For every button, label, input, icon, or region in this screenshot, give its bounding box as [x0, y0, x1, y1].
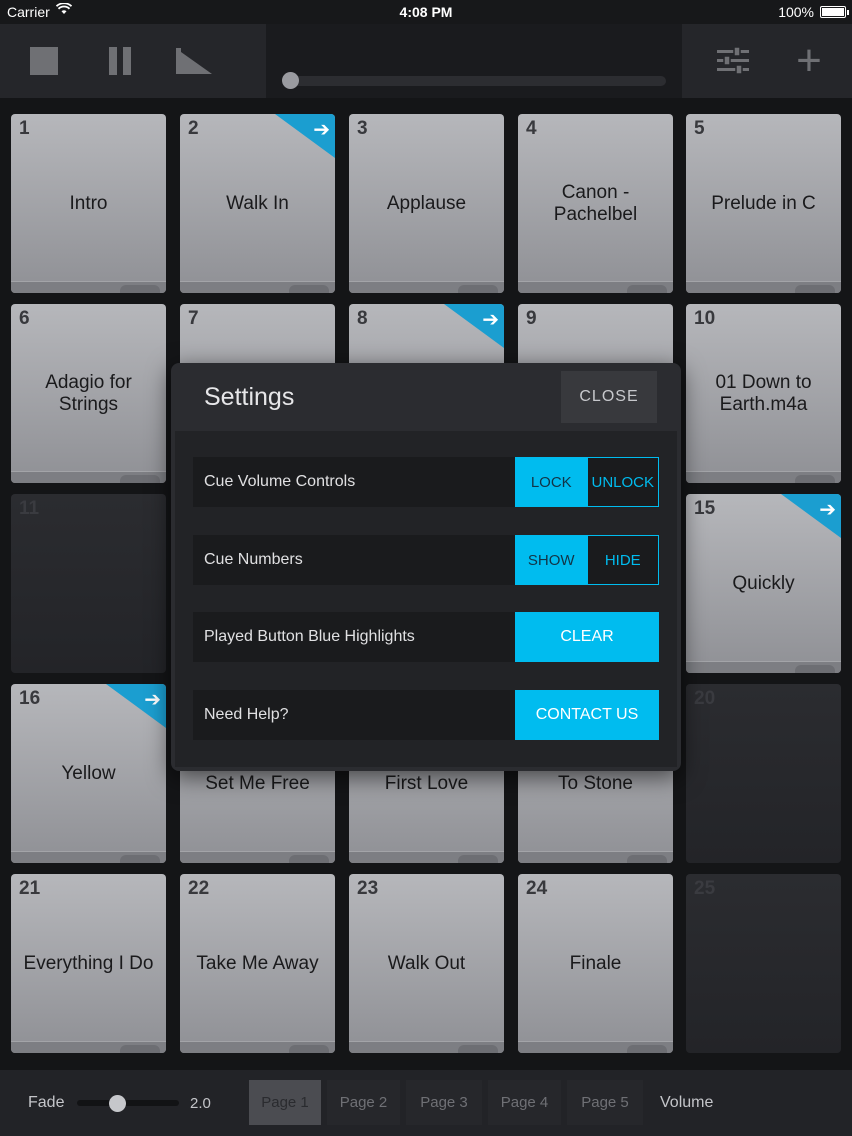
setting-label: Played Button Blue Highlights: [204, 628, 415, 645]
setting-label: Cue Numbers: [204, 551, 303, 568]
contact-us-button[interactable]: CONTACT US: [515, 690, 659, 740]
fade-out-button[interactable]: [168, 24, 220, 98]
hide-option[interactable]: HIDE: [586, 536, 658, 584]
cue-button-1[interactable]: 1 Intro: [11, 114, 166, 293]
cue-title: Prelude in C: [711, 192, 816, 214]
scrubber-thumb[interactable]: [282, 72, 299, 89]
setting-label: Need Help?: [204, 706, 289, 723]
cue-volume-bar: [180, 281, 335, 293]
cue-button-20[interactable]: 20: [686, 684, 841, 863]
tab-page-1[interactable]: Page 1: [249, 1080, 321, 1125]
cue-title: Intro: [69, 192, 108, 214]
cue-title: Walk Out: [387, 952, 466, 974]
battery-icon: [820, 6, 849, 18]
cue-volume-bar: [686, 661, 841, 673]
cue-title: Adagio for Strings: [45, 371, 132, 415]
arrow-right-icon: ➔: [313, 119, 330, 141]
clock: 4:08 PM: [399, 4, 453, 20]
cue-button-6[interactable]: 6 Adagio for Strings: [11, 304, 166, 483]
fade-slider-thumb[interactable]: [109, 1095, 126, 1112]
scrubber-track[interactable]: [284, 76, 666, 86]
cue-button-25[interactable]: 25: [686, 874, 841, 1053]
pause-icon: [106, 47, 134, 75]
cue-button-4[interactable]: 4 Canon - Pachelbel: [518, 114, 673, 293]
lock-option[interactable]: LOCK: [516, 458, 587, 506]
fade-slider-track[interactable]: [77, 1100, 179, 1106]
cue-volume-bar: [349, 851, 504, 863]
setting-row-cue-numbers: Cue Numbers SHOW HIDE: [193, 535, 659, 585]
cue-title: [690, 684, 837, 863]
arrow-right-icon: ➔: [819, 499, 836, 521]
cue-title: [15, 494, 162, 673]
settings-header: Settings CLOSE: [171, 363, 681, 429]
playback-scrubber[interactable]: [266, 24, 682, 98]
cue-volume-toggle[interactable]: LOCK UNLOCK: [515, 457, 659, 507]
settings-title: Settings: [204, 383, 295, 411]
cue-volume-bar: [518, 851, 673, 863]
cue-volume-bar: [349, 281, 504, 293]
settings-body: Cue Volume Controls LOCK UNLOCK Cue Numb…: [175, 431, 677, 767]
plus-icon: +: [796, 36, 822, 85]
cue-volume-bar: [349, 1041, 504, 1053]
mixer-settings-button[interactable]: [706, 24, 760, 98]
add-cue-button[interactable]: +: [782, 24, 836, 98]
cue-button-2[interactable]: 2 Walk In ➔: [180, 114, 335, 293]
cue-volume-bar: [180, 1041, 335, 1053]
cue-title: 01 Down to Earth.m4a: [715, 371, 812, 415]
cue-volume-bar: [11, 851, 166, 863]
cue-title: Everything I Do: [23, 952, 154, 974]
fade-label: Fade: [28, 1094, 65, 1111]
status-bar: Carrier 4:08 PM 100%: [0, 0, 852, 24]
cue-button-22[interactable]: 22 Take Me Away: [180, 874, 335, 1053]
cue-button-16[interactable]: 16 Yellow ➔: [11, 684, 166, 863]
cue-volume-bar: [686, 281, 841, 293]
cue-button-3[interactable]: 3 Applause: [349, 114, 504, 293]
cue-button-21[interactable]: 21 Everything I Do: [11, 874, 166, 1053]
cue-title: [690, 874, 837, 1053]
cue-button-23[interactable]: 23 Walk Out: [349, 874, 504, 1053]
arrow-right-icon: ➔: [482, 309, 499, 331]
cue-volume-bar: [11, 471, 166, 483]
show-option[interactable]: SHOW: [516, 536, 587, 584]
setting-label: Cue Volume Controls: [204, 473, 356, 490]
tab-page-3[interactable]: Page 3: [406, 1080, 482, 1125]
cue-button-15[interactable]: 15 Quickly ➔: [686, 494, 841, 673]
arrow-right-icon: ➔: [144, 689, 161, 711]
clear-button[interactable]: CLEAR: [515, 612, 659, 662]
sliders-icon: [717, 46, 749, 75]
bottom-bar: Fade 2.0 Page 1 Page 2 Page 3 Page 4 Pag…: [0, 1070, 852, 1136]
setting-row-cue-volume: Cue Volume Controls LOCK UNLOCK: [193, 457, 659, 507]
fade-value: 2.0: [190, 1094, 211, 1112]
pause-button[interactable]: [96, 24, 144, 98]
cue-title: Applause: [386, 192, 467, 214]
cue-volume-bar: [686, 471, 841, 483]
setting-row-highlights: Played Button Blue Highlights CLEAR: [193, 612, 659, 662]
cue-volume-bar: [180, 851, 335, 863]
cue-title: Canon - Pachelbel: [553, 181, 638, 225]
stop-button[interactable]: [20, 24, 68, 98]
cue-button-5[interactable]: 5 Prelude in C: [686, 114, 841, 293]
close-button[interactable]: CLOSE: [561, 371, 657, 423]
cue-volume-bar: [11, 281, 166, 293]
tab-page-4[interactable]: Page 4: [488, 1080, 561, 1125]
unlock-option[interactable]: UNLOCK: [586, 458, 658, 506]
cue-volume-bar: [11, 1041, 166, 1053]
tab-page-2[interactable]: Page 2: [327, 1080, 400, 1125]
settings-dialog: Settings CLOSE Cue Volume Controls LOCK …: [171, 363, 681, 771]
setting-row-help: Need Help? CONTACT US: [193, 690, 659, 740]
tab-page-5[interactable]: Page 5: [567, 1080, 643, 1125]
cue-volume-bar: [518, 1041, 673, 1053]
volume-button[interactable]: Volume: [660, 1070, 713, 1136]
stop-icon: [30, 47, 58, 75]
cue-title: Take Me Away: [196, 952, 319, 974]
fade-out-icon: [176, 48, 212, 74]
cue-button-10[interactable]: 10 01 Down to Earth.m4a: [686, 304, 841, 483]
cue-button-24[interactable]: 24 Finale: [518, 874, 673, 1053]
cue-button-11[interactable]: 11: [11, 494, 166, 673]
cue-volume-bar: [518, 281, 673, 293]
battery-percent: 100%: [778, 4, 814, 20]
transport-toolbar: +: [0, 24, 852, 98]
cue-numbers-toggle[interactable]: SHOW HIDE: [515, 535, 659, 585]
cue-title: Finale: [569, 952, 622, 974]
